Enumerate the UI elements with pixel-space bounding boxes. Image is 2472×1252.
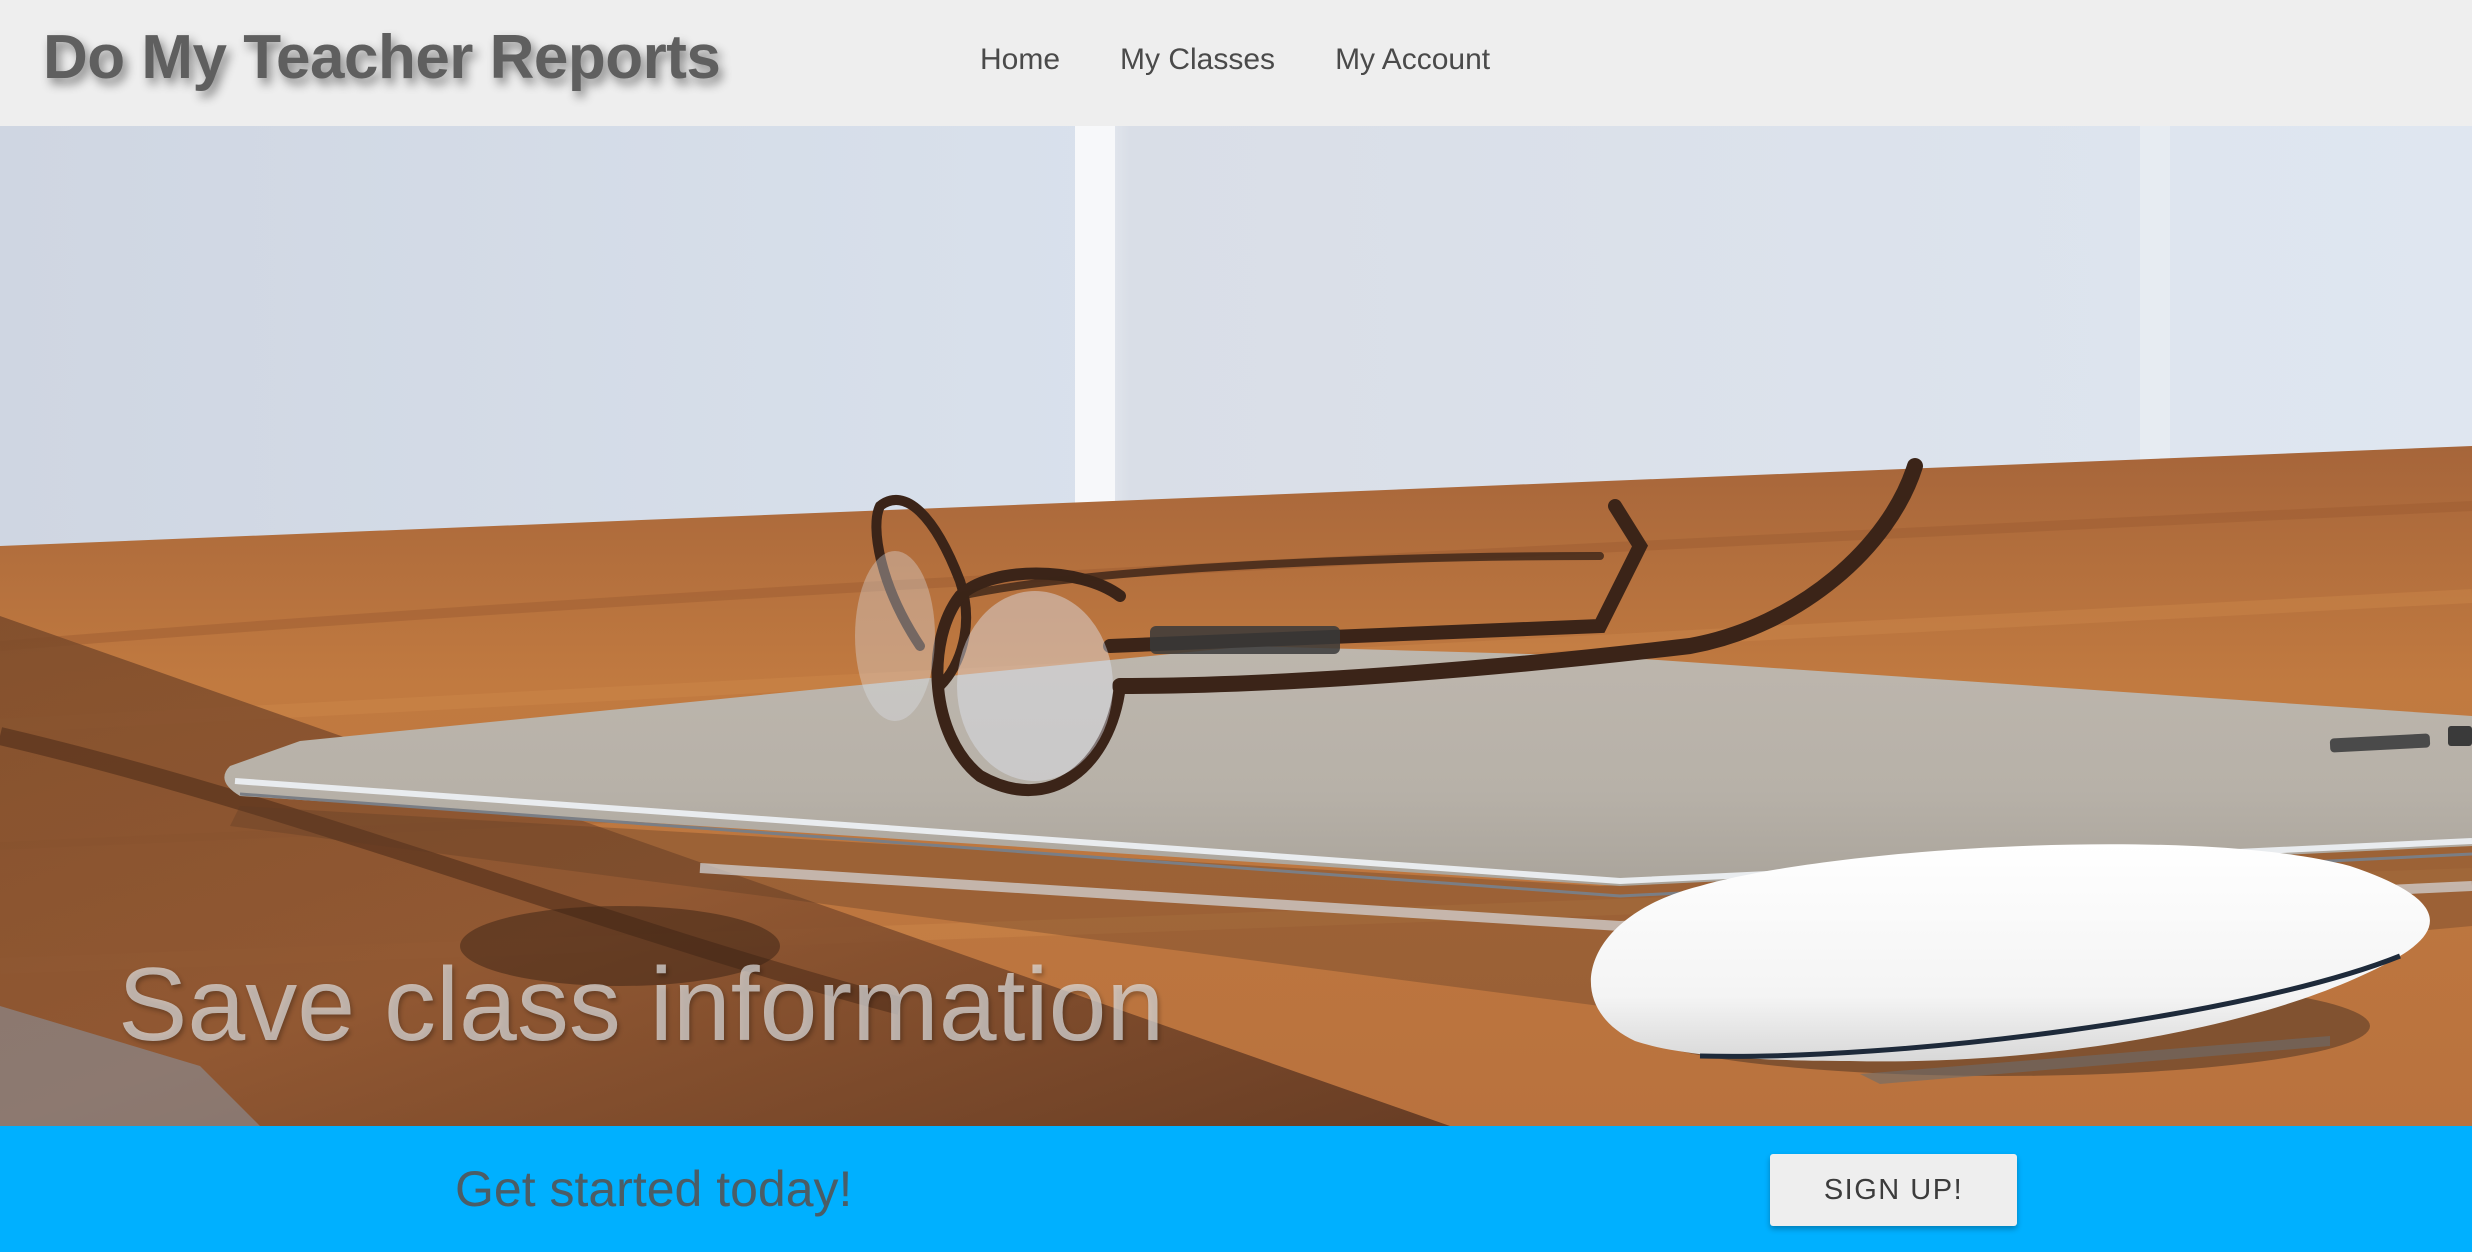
cta-bar: Get started today! SIGN UP! [0, 1126, 2472, 1252]
nav-item-my-account[interactable]: My Account [1335, 43, 1490, 77]
hero-banner: Save class information [0, 126, 2472, 1126]
nav-item-home[interactable]: Home [980, 43, 1060, 77]
site-header: Do My Teacher Reports Home My Classes My… [0, 0, 2472, 126]
main-nav: Home My Classes My Account [980, 0, 1550, 120]
cta-text: Get started today! [455, 1161, 853, 1217]
brand-logo-text[interactable]: Do My Teacher Reports [43, 22, 721, 93]
signup-button[interactable]: SIGN UP! [1770, 1154, 2017, 1226]
nav-item-my-classes[interactable]: My Classes [1120, 43, 1275, 77]
hero-caption: Save class information [118, 947, 1165, 1063]
